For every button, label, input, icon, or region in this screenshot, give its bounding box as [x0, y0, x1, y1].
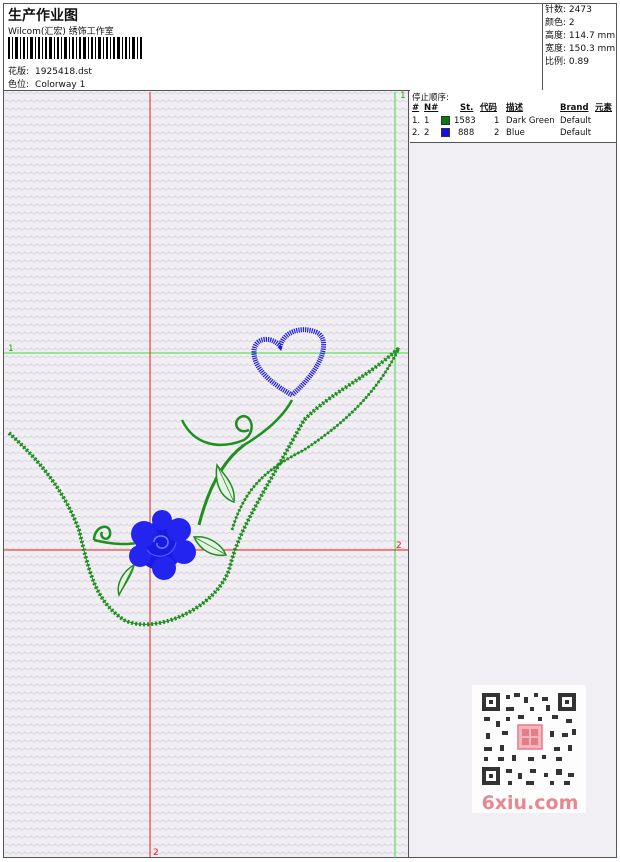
info-height: 高度: 114.7 mm [545, 31, 616, 41]
table-row: 2. 2 888 2 Blue Default [412, 128, 592, 138]
stamp-icon [517, 724, 543, 750]
info-width: 宽度: 150.3 mm [545, 44, 616, 54]
guide-label-v1: 1 [400, 91, 406, 101]
pattern-value: 1925418.dst [35, 67, 92, 77]
table-header: # N# St. 代码 描述 Brand 元素 [412, 103, 613, 113]
info-scale: 比例: 0.89 [545, 57, 589, 67]
color-swatch [441, 128, 450, 137]
watermark-text: 6xiu.com [481, 792, 579, 814]
colorway-label: 色位: [8, 80, 30, 90]
info-colors: 颜色: 2 [545, 18, 575, 28]
studio-name: Wilcom(汇宏) 绣饰工作室 [8, 27, 114, 37]
stop-sequence-table: 停止顺序: # N# St. 代码 描述 Brand 元素 1. 1 1583 … [410, 90, 616, 143]
guide-label-h1: 1 [8, 344, 14, 354]
page-title: 生产作业图 [8, 8, 78, 24]
colorway-value: Colorway 1 [35, 80, 86, 90]
fabric-texture [4, 90, 408, 858]
design-info: 针数: 2473 颜色: 2 高度: 114.7 mm 宽度: 150.3 mm… [542, 4, 616, 90]
pattern-line: 花版: 1925418.dst [8, 64, 92, 77]
header: 生产作业图 Wilcom(汇宏) 绣饰工作室 花版: 1925418.dst 色… [4, 4, 616, 91]
embroidery-design [4, 90, 408, 858]
guide-label-v2: 2 [153, 848, 159, 858]
colorway-line: 色位: Colorway 1 [8, 77, 85, 90]
production-sheet: 生产作业图 Wilcom(汇宏) 绣饰工作室 花版: 1925418.dst 色… [3, 3, 617, 858]
guide-label-h2: 2 [396, 541, 402, 551]
barcode [8, 37, 142, 59]
info-stitches: 针数: 2473 [545, 5, 592, 15]
design-canvas: 1 1 2 2 [4, 90, 409, 858]
pattern-label: 花版: [8, 67, 30, 77]
table-row: 1. 1 1583 1 Dark Green Default [412, 116, 592, 126]
color-swatch [441, 116, 450, 125]
